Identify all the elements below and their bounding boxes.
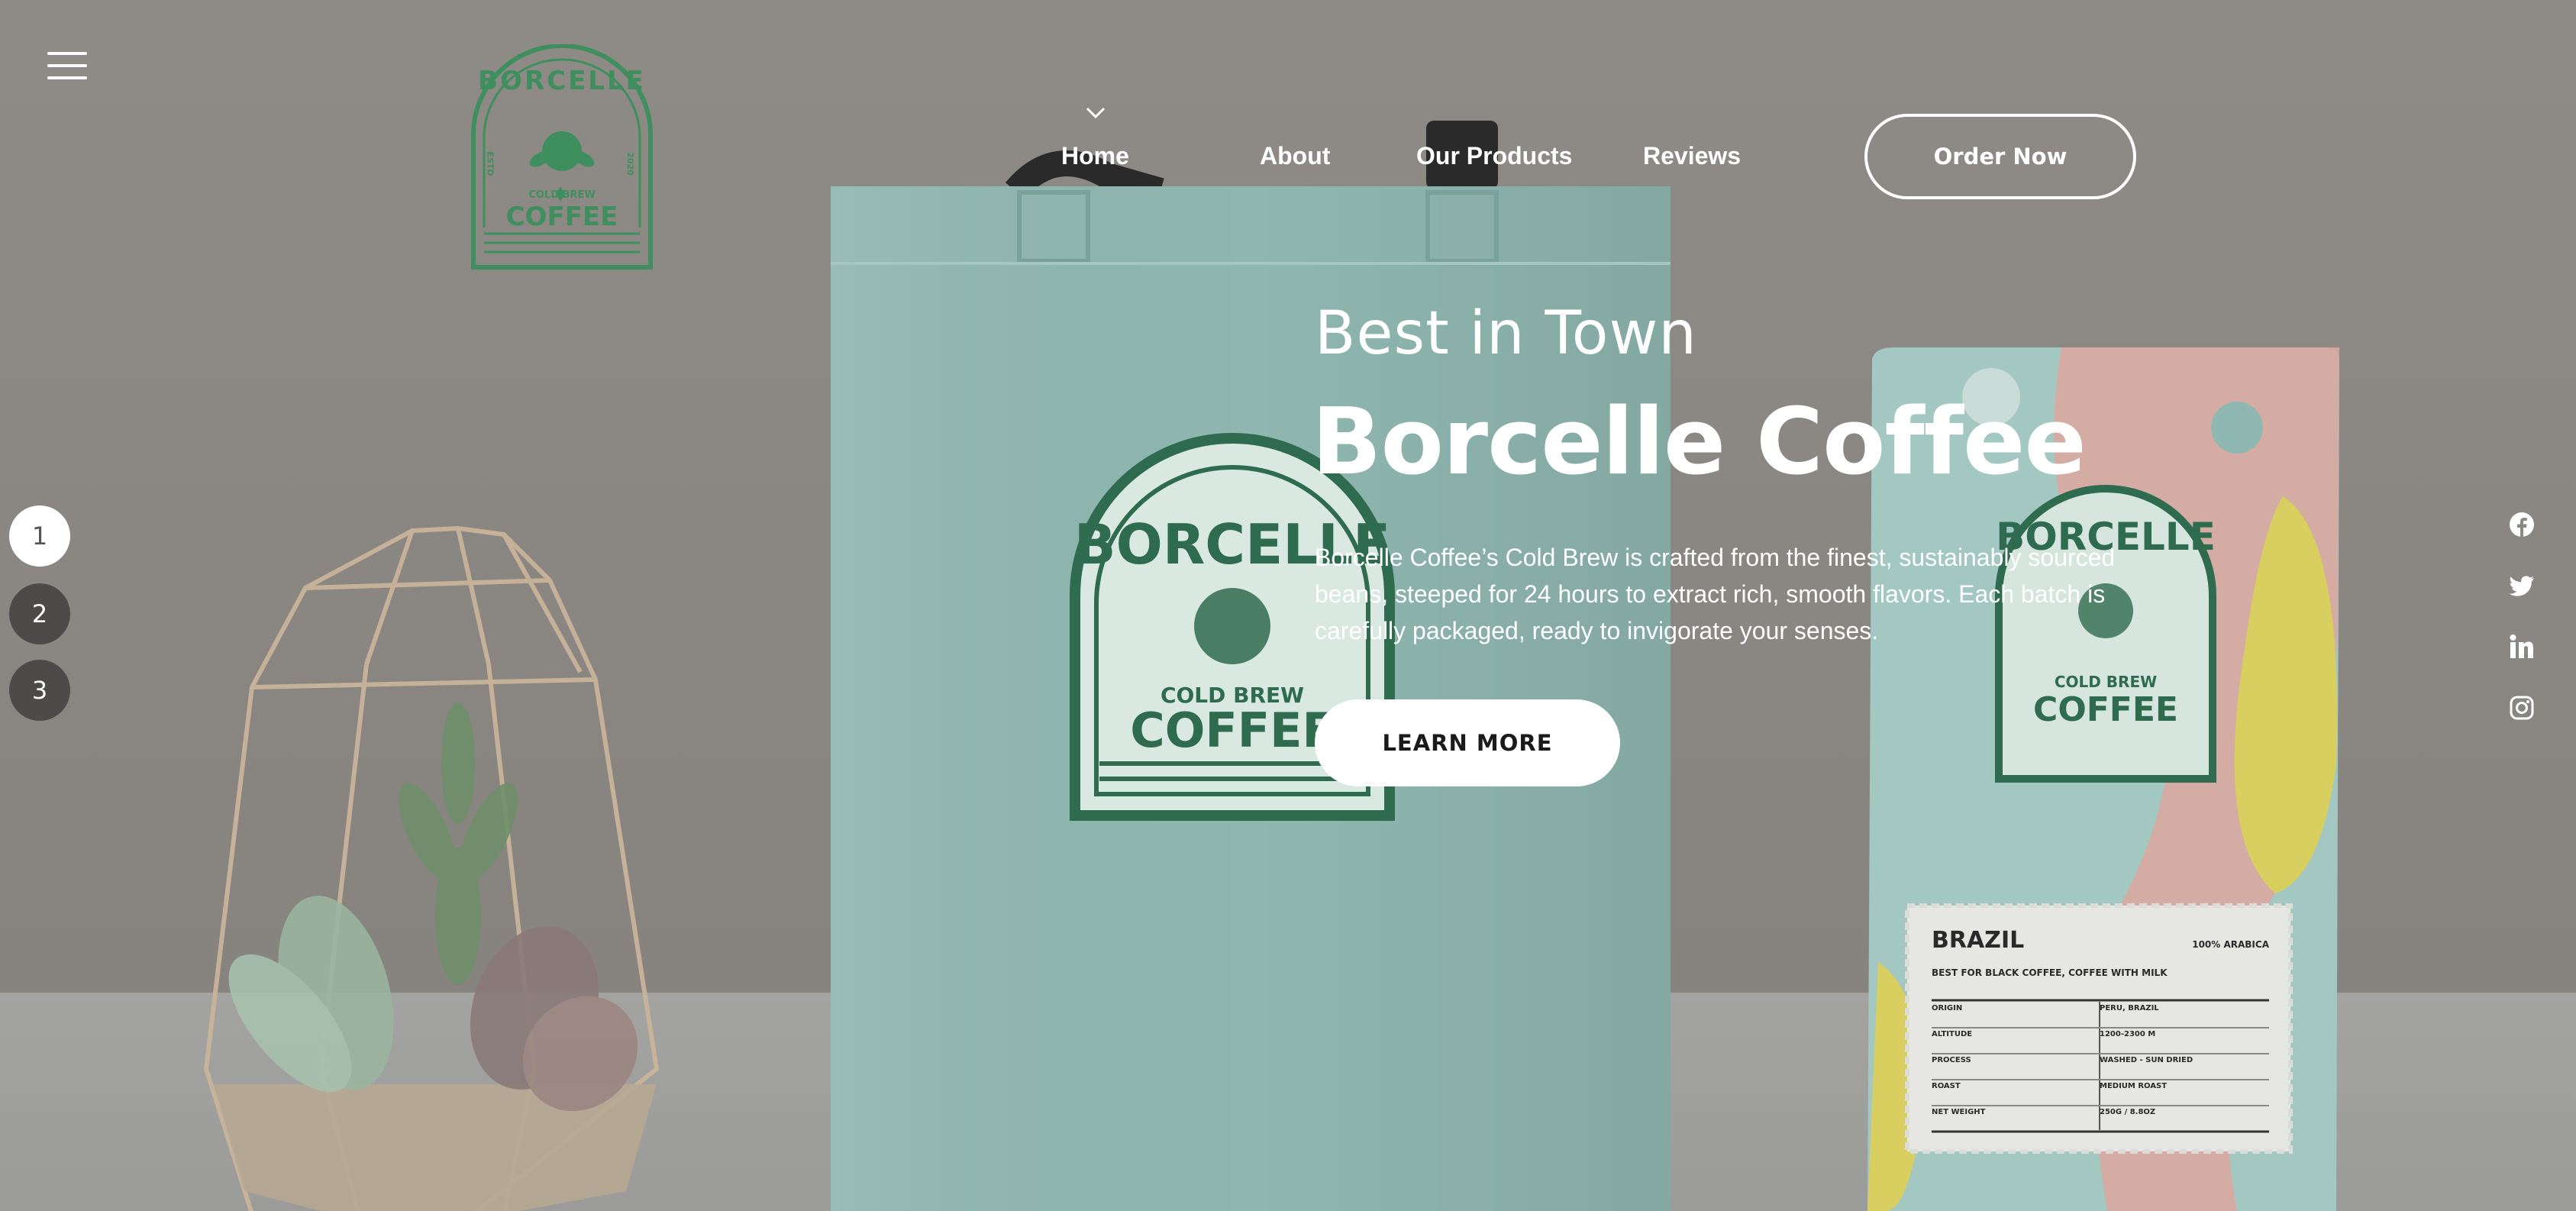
logo-sub-text: COLD BREW <box>528 189 596 201</box>
svg-text:COFFEE: COFFEE <box>1130 702 1335 758</box>
slide-dot-2[interactable]: 2 <box>9 583 70 644</box>
pouch-label-text: BRAZIL 100% ARABICA BEST FOR BLACK COFFE… <box>1932 927 2269 1125</box>
facebook-icon[interactable] <box>2509 512 2535 538</box>
hero-description: Borcelle Coffee’s Cold Brew is crafted f… <box>1315 544 2116 644</box>
nav-home[interactable]: Home <box>1061 142 1129 173</box>
label-row-key: NET WEIGHT <box>1932 1107 1986 1116</box>
label-row: ALTITUDE 1200-2300 M <box>1932 1021 2269 1047</box>
svg-text:COFFEE: COFFEE <box>2033 690 2178 729</box>
order-now-button[interactable]: Order Now <box>1864 114 2136 199</box>
nav-reviews[interactable]: Reviews <box>1643 142 1741 173</box>
hamburger-menu-icon[interactable] <box>47 52 87 79</box>
nav-about[interactable]: About <box>1260 142 1330 173</box>
label-row: NET WEIGHT 250G / 8.8OZ <box>1932 1099 2269 1125</box>
logo-right-text: 2020 <box>625 152 635 176</box>
label-row-value: 1200-2300 M <box>2100 1029 2156 1038</box>
label-row: PROCESS WASHED - SUN DRIED <box>1932 1047 2269 1073</box>
svg-text:COLD BREW: COLD BREW <box>2055 673 2157 691</box>
hero-subtitle: Best in Town <box>1315 299 1697 368</box>
label-product-name: BRAZIL <box>1932 927 2025 954</box>
label-row-value: 250G / 8.8OZ <box>2100 1107 2156 1116</box>
label-row-key: PROCESS <box>1932 1055 1971 1064</box>
label-row-key: ALTITUDE <box>1932 1029 1973 1038</box>
label-row-key: ROAST <box>1932 1081 1961 1090</box>
brand-logo[interactable]: BORCELLE ESTD 2020 COLD BREW COFFEE <box>467 44 657 273</box>
logo-left-text: ESTD <box>485 151 496 176</box>
hero-title: Borcelle Coffee <box>1312 389 2087 496</box>
label-row: ORIGIN PERU, BRAZIL <box>1932 995 2269 1021</box>
succulent-plant <box>228 702 638 1112</box>
nav-our-products[interactable]: Our Products <box>1416 142 1572 173</box>
hero-background: BORCELLE COLD BREW COFFEE BORCELLE COLD … <box>0 0 2576 1211</box>
label-badge: 100% ARABICA <box>2192 939 2269 950</box>
label-tagline: BEST FOR BLACK COFFEE, COFFEE WITH MILK <box>1932 967 2168 978</box>
label-row-key: ORIGIN <box>1932 1003 1963 1012</box>
label-row-value: MEDIUM ROAST <box>2100 1081 2168 1090</box>
chevron-down-icon <box>1086 107 1106 119</box>
learn-more-button[interactable]: LEARN MORE <box>1315 699 1620 786</box>
slide-dot-3[interactable]: 3 <box>9 660 70 721</box>
logo-main-text: COFFEE <box>505 202 618 232</box>
label-row-value: PERU, BRAZIL <box>2100 1003 2159 1012</box>
linkedin-icon[interactable] <box>2509 634 2535 660</box>
instagram-icon[interactable] <box>2509 695 2535 721</box>
twitter-icon[interactable] <box>2509 573 2535 599</box>
logo-arc-text: BORCELLE <box>478 66 646 96</box>
label-row-value: WASHED - SUN DRIED <box>2100 1055 2193 1064</box>
label-rows: ORIGIN PERU, BRAZIL ALTITUDE 1200-2300 M P… <box>1932 995 2269 1125</box>
slide-dot-1[interactable]: 1 <box>9 505 70 567</box>
label-row: ROAST MEDIUM ROAST <box>1932 1073 2269 1099</box>
